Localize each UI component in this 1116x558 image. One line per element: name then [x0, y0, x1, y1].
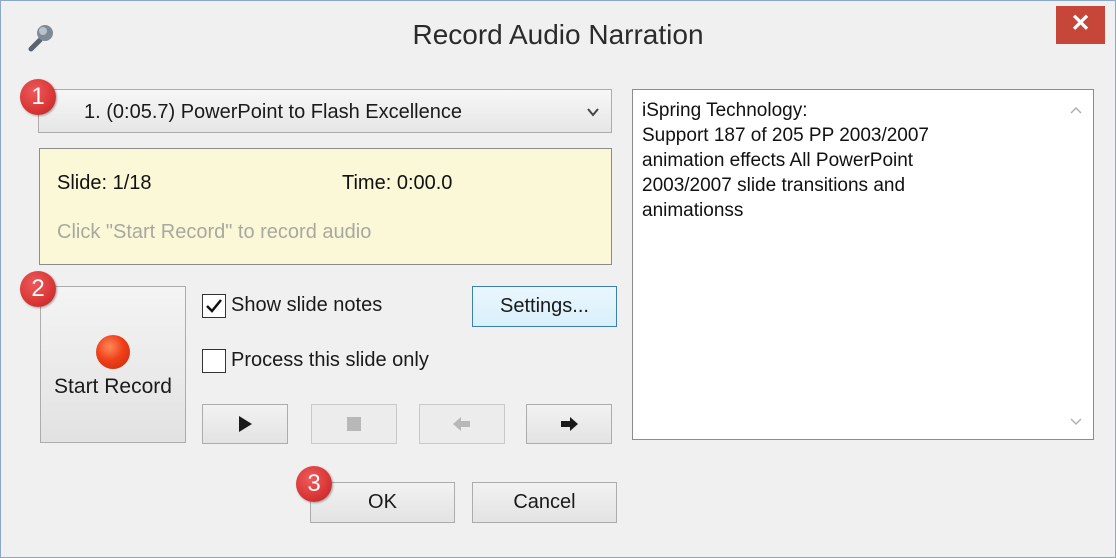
slide-notes-textarea[interactable]: iSpring Technology: Support 187 of 205 P… — [632, 89, 1094, 440]
show-slide-notes-option[interactable]: Show slide notes — [202, 294, 442, 320]
stop-button[interactable] — [311, 404, 397, 444]
record-icon — [96, 335, 130, 369]
process-slide-only-option[interactable]: Process this slide only — [202, 349, 482, 375]
process-slide-only-checkbox[interactable] — [202, 349, 226, 373]
start-record-button[interactable]: Start Record — [40, 286, 186, 443]
slide-notes-text: iSpring Technology: Support 187 of 205 P… — [642, 98, 1052, 223]
scroll-down-icon[interactable] — [1069, 417, 1083, 427]
cancel-button[interactable]: Cancel — [472, 482, 617, 523]
settings-button[interactable]: Settings... — [472, 286, 617, 327]
slide-select-dropdown[interactable]: 1. (0:05.7) PowerPoint to Flash Excellen… — [38, 89, 612, 133]
record-hint: Click "Start Record" to record audio — [57, 221, 372, 243]
time-readout: Time: 0:00.0 — [342, 172, 453, 194]
title-bar[interactable]: Record Audio Narration ✕ — [1, 1, 1115, 69]
stop-icon — [347, 417, 361, 431]
ok-button[interactable]: OK — [310, 482, 455, 523]
arrow-right-icon — [561, 417, 578, 431]
notes-line: animationss — [642, 200, 744, 221]
step-badge-1: 1 — [20, 79, 56, 115]
notes-line: animation effects All PowerPoint — [642, 150, 914, 171]
arrow-left-icon — [453, 417, 470, 431]
notes-line: iSpring Technology: — [642, 100, 808, 121]
step-badge-3: 3 — [296, 466, 332, 502]
recording-info-panel: Slide: 1/18 Time: 0:00.0 Click "Start Re… — [39, 148, 612, 265]
slide-select-value: 1. (0:05.7) PowerPoint to Flash Excellen… — [84, 101, 462, 123]
scroll-up-icon[interactable] — [1069, 105, 1083, 115]
play-button[interactable] — [202, 404, 288, 444]
record-audio-dialog: Record Audio Narration ✕ 1. (0:05.7) Pow… — [0, 0, 1116, 558]
previous-slide-button[interactable] — [419, 404, 505, 444]
window-title: Record Audio Narration — [412, 19, 704, 50]
close-button[interactable]: ✕ — [1056, 6, 1105, 44]
step-badge-2: 2 — [20, 271, 56, 307]
notes-line: 2003/2007 slide transitions and — [642, 175, 906, 196]
checkmark-icon — [206, 299, 222, 313]
show-slide-notes-label: Show slide notes — [231, 294, 383, 316]
show-slide-notes-checkbox[interactable] — [202, 294, 226, 318]
start-record-label: Start Record — [54, 375, 172, 398]
slide-counter: Slide: 1/18 — [57, 172, 152, 194]
next-slide-button[interactable] — [526, 404, 612, 444]
play-icon — [239, 416, 252, 432]
notes-line: Support 187 of 205 PP 2003/2007 — [642, 125, 930, 146]
process-slide-only-label: Process this slide only — [231, 349, 429, 371]
chevron-down-icon — [587, 108, 599, 117]
